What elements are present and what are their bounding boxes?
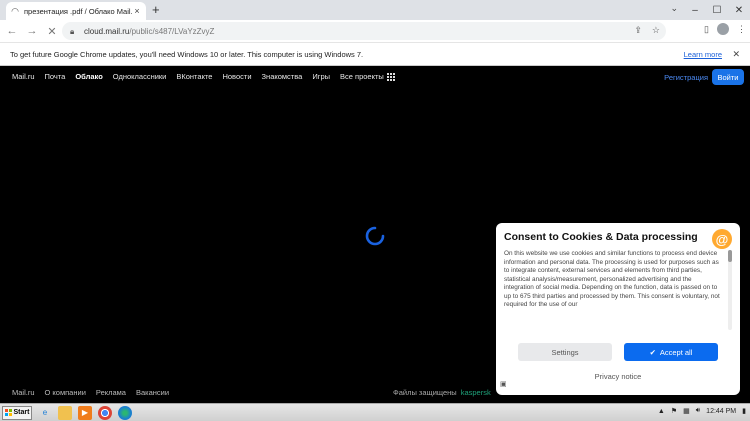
tab-favicon-icon: ◠ [11, 5, 19, 16]
omnibox-actions: ⇪ ☆ [634, 25, 660, 36]
url-text: cloud.mail.ru/public/s487/LVaYzZvyZ [84, 27, 214, 36]
edge-icon[interactable] [118, 405, 132, 420]
flag-icon[interactable]: ⚑ [671, 407, 677, 415]
window-controls: – ☐ ✕ [684, 0, 750, 20]
address-bar[interactable]: 🔒︎ cloud.mail.ru/public/s487/LVaYzZvyZ ⇪… [62, 22, 666, 40]
nav-link-games[interactable]: Игры [312, 72, 330, 81]
nav-link-all-projects[interactable]: Все проекты [340, 72, 395, 82]
start-label: Start [13, 409, 30, 416]
lock-icon[interactable]: 🔒︎ [70, 27, 78, 36]
update-infobar: To get future Google Chrome updates, you… [0, 42, 750, 66]
kaspersky-link[interactable]: kaspersk [461, 388, 491, 397]
browser-tab[interactable]: ◠ презентация .pdf / Облако Mail.ru × [6, 2, 146, 20]
mailru-at-logo-icon: @ [712, 229, 732, 249]
consent-manager-icon[interactable]: ▣ [500, 380, 507, 388]
nav-link-dating[interactable]: Знакомства [262, 72, 303, 81]
media-player-icon[interactable]: ▶ [78, 405, 92, 420]
accept-all-label: Accept all [659, 347, 693, 357]
nav-link-ok[interactable]: Одноклассники [113, 72, 167, 81]
mailru-header: Mail.ru Почта Облако Одноклассники ВКонт… [0, 66, 750, 88]
footer-link-ads[interactable]: Реклама [96, 388, 126, 397]
apps-grid-icon [386, 73, 395, 82]
register-link[interactable]: Регистрация [664, 73, 708, 82]
login-button[interactable]: Войти [712, 69, 744, 85]
nav-link-news[interactable]: Новости [222, 72, 251, 81]
footer-link-jobs[interactable]: Вакансии [136, 388, 169, 397]
tray-arrow-icon[interactable]: ▲ [658, 408, 665, 415]
footer-link-mailru[interactable]: Mail.ru [12, 388, 35, 397]
loading-spinner-icon [365, 226, 385, 246]
nav-link-vk[interactable]: ВКонтакте [176, 72, 212, 81]
stop-icon[interactable]: ✕ [44, 25, 60, 38]
files-protected-note: Файлы защищены kaspersk [393, 388, 491, 397]
settings-button[interactable]: Settings [518, 343, 612, 361]
windows-taskbar: Start e ▶ ▲ ⚑ ▦ 🔊︎ 12:44 PM ▮ [0, 403, 750, 421]
nav-link-cloud[interactable]: Облако [75, 72, 102, 81]
back-icon[interactable]: ← [4, 25, 20, 37]
share-icon[interactable]: ⇪ [634, 25, 642, 36]
checkmark-icon: ✔ [649, 347, 656, 357]
consent-dialog: Consent to Cookies & Data processing @ O… [496, 223, 740, 395]
volume-icon[interactable]: 🔊︎ [696, 407, 700, 415]
learn-more-link[interactable]: Learn more [684, 50, 722, 59]
minimize-button[interactable]: – [684, 0, 706, 20]
bookmark-star-icon[interactable]: ☆ [652, 25, 660, 36]
consent-body-text: On this website we use cookies and simil… [504, 250, 720, 308]
browser-toolbar: ← → ✕ 🔒︎ cloud.mail.ru/public/s487/LVaYz… [0, 20, 750, 42]
menu-kebab-icon[interactable]: ⋮ [737, 24, 746, 35]
toolbar-right: ▯ ⋮ [704, 23, 746, 35]
nav-link-mail[interactable]: Почта [45, 72, 66, 81]
new-tab-button[interactable]: + [152, 3, 160, 17]
accept-all-button[interactable]: ✔ Accept all [624, 343, 718, 361]
tab-search-icon[interactable]: ⌄ [670, 3, 678, 14]
footer-links: Mail.ru О компании Реклама Вакансии [12, 388, 169, 397]
all-projects-label: Все проекты [340, 72, 384, 81]
forward-icon[interactable]: → [24, 25, 40, 37]
mailru-nav-links: Mail.ru Почта Облако Одноклассники ВКонт… [12, 72, 395, 82]
protected-text: Файлы защищены [393, 388, 457, 397]
close-window-button[interactable]: ✕ [728, 0, 750, 20]
chrome-icon[interactable] [98, 405, 112, 420]
infobar-close-icon[interactable]: ✕ [732, 49, 740, 60]
infobar-message: To get future Google Chrome updates, you… [10, 49, 364, 59]
url-path: /public/s487/LVaYzZvyZ [129, 26, 215, 36]
consent-scrollbar[interactable] [728, 250, 732, 330]
url-host: cloud.mail.ru [84, 26, 130, 36]
side-panel-icon[interactable]: ▯ [704, 24, 709, 35]
footer-link-about[interactable]: О компании [45, 388, 86, 397]
consent-title: Consent to Cookies & Data processing [504, 231, 698, 243]
show-desktop-button[interactable]: ▮ [742, 407, 746, 415]
windows-logo-icon [4, 409, 12, 416]
start-button[interactable]: Start [2, 405, 32, 420]
tab-title: презентация .pdf / Облако Mail.ru [24, 6, 132, 16]
explorer-folder-icon[interactable] [58, 405, 72, 420]
nav-link-mailru[interactable]: Mail.ru [12, 72, 35, 81]
maximize-button[interactable]: ☐ [706, 0, 728, 20]
system-tray: ▲ ⚑ ▦ 🔊︎ 12:44 PM ▮ [658, 407, 746, 415]
screen: ◠ презентация .pdf / Облако Mail.ru × + … [0, 0, 750, 421]
tab-strip: ◠ презентация .pdf / Облако Mail.ru × + … [0, 0, 750, 20]
privacy-notice-link[interactable]: Privacy notice [496, 372, 740, 381]
profile-avatar-icon[interactable] [717, 23, 729, 35]
clock[interactable]: 12:44 PM [706, 408, 736, 415]
tab-close-icon[interactable]: × [132, 6, 142, 16]
network-icon[interactable]: ▦ [683, 407, 690, 415]
ie-icon[interactable]: e [38, 406, 52, 420]
scrollbar-thumb[interactable] [728, 250, 732, 262]
